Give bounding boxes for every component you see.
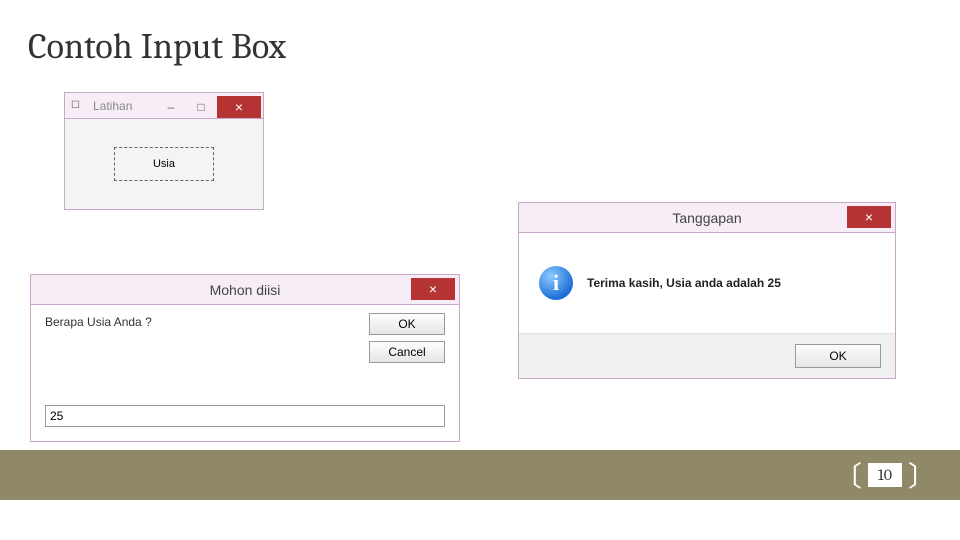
bracket-left-icon: 〔 (834, 455, 862, 495)
usia-button[interactable]: Usia (114, 147, 214, 181)
slide-footer: 〔 10 〕 (0, 450, 960, 500)
msgbox-title: Tanggapan (519, 203, 895, 233)
bracket-right-icon: 〕 (908, 455, 936, 495)
inputbox-ok-button[interactable]: OK (369, 313, 445, 335)
slide-title: Contoh Input Box (28, 26, 286, 67)
inputbox-titlebar[interactable]: Mohon diisi × (31, 275, 459, 305)
inputbox-cancel-button[interactable]: Cancel (369, 341, 445, 363)
inputbox-title: Mohon diisi (31, 275, 459, 305)
form-titlebar[interactable]: ☐ Latihan – □ × (65, 93, 263, 119)
form-title: Latihan (87, 99, 157, 113)
form-body: Usia (65, 119, 263, 209)
inputbox-button-column: OK Cancel (369, 313, 445, 369)
msgbox-body: i Terima kasih, Usia anda adalah 25 (519, 233, 895, 333)
form-minimize-button[interactable]: – (157, 96, 185, 118)
msgbox-titlebar[interactable]: Tanggapan × (519, 203, 895, 233)
page-number-badge: 〔 10 〕 (834, 455, 936, 495)
form-system-icon: ☐ (71, 100, 87, 112)
msgbox-message: Terima kasih, Usia anda adalah 25 (587, 276, 781, 290)
msgbox-window: Tanggapan × i Terima kasih, Usia anda ad… (518, 202, 896, 379)
inputbox-body: Berapa Usia Anda ? OK Cancel (31, 305, 459, 441)
inputbox-input[interactable] (45, 405, 445, 427)
msgbox-close-button[interactable]: × (847, 206, 891, 228)
inputbox-prompt: Berapa Usia Anda ? (45, 315, 152, 329)
form-close-button[interactable]: × (217, 96, 261, 118)
inputbox-window: Mohon diisi × Berapa Usia Anda ? OK Canc… (30, 274, 460, 442)
msgbox-footer: OK (519, 333, 895, 378)
form-window: ☐ Latihan – □ × Usia (64, 92, 264, 210)
msgbox-ok-button[interactable]: OK (795, 344, 881, 368)
inputbox-close-button[interactable]: × (411, 278, 455, 300)
info-icon: i (539, 266, 573, 300)
form-maximize-button[interactable]: □ (187, 96, 215, 118)
page-number: 10 (868, 463, 902, 487)
